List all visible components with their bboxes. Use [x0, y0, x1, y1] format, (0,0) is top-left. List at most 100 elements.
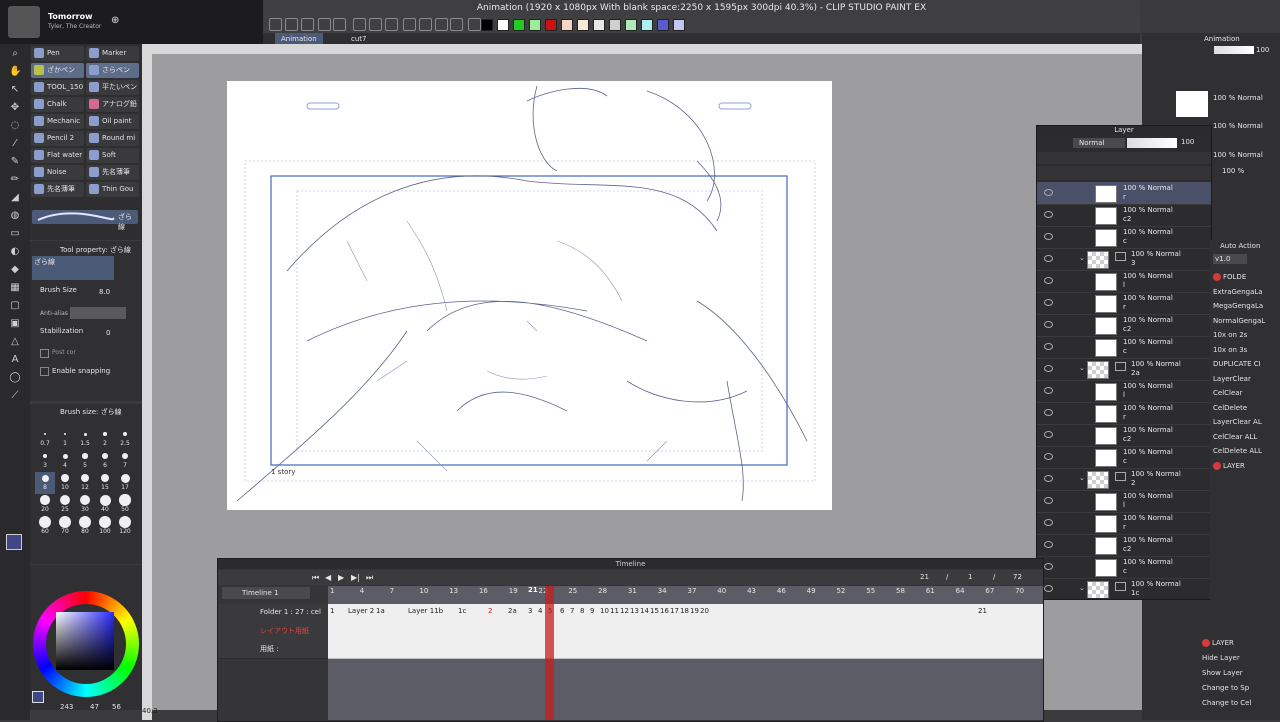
eye-icon[interactable] [1044, 497, 1053, 504]
layer-row[interactable]: 100 % Normal c [1037, 336, 1211, 359]
auto-action-item[interactable]: CelClear [1213, 386, 1279, 400]
auto-action-item[interactable]: NormalGengaL [1213, 314, 1279, 328]
palette-swatch[interactable] [577, 19, 589, 31]
pencil-icon[interactable]: ✏ [9, 174, 21, 186]
subtool-flat-pen[interactable]: 平たいペン [86, 80, 139, 95]
current-frame[interactable]: 21 [920, 573, 929, 581]
subtool-pencil-2[interactable]: Pencil 2 [31, 131, 84, 146]
palette-swatch[interactable] [529, 19, 541, 31]
figure-icon[interactable]: ▢ [9, 300, 21, 312]
cel-label[interactable]: 6 [560, 607, 564, 615]
layer-row[interactable]: 100 % Normal r [1037, 292, 1211, 315]
chevron-down-icon[interactable]: ⌄ [1079, 254, 1085, 262]
subtool-analog-pencil[interactable]: アナログ鉛 [86, 97, 139, 112]
action-item[interactable]: Hide Layer [1202, 651, 1268, 665]
chevron-down-icon[interactable]: ⌄ [1079, 364, 1085, 372]
help-icon[interactable] [468, 18, 481, 31]
eye-icon[interactable] [1044, 189, 1053, 196]
cel-label[interactable]: 18 [680, 607, 689, 615]
brush-size-option[interactable]: 2.5 [115, 428, 135, 450]
subtool-tool150[interactable]: TOOL_150 [31, 80, 84, 95]
playhead[interactable] [544, 586, 554, 720]
top-layer-row-1[interactable]: 100 % Normal [1213, 94, 1263, 102]
subtool-thin-gouache[interactable]: Thin Gou [86, 182, 139, 197]
open-icon[interactable] [285, 18, 298, 31]
brush-size-option[interactable]: 12 [75, 472, 95, 494]
eye-icon[interactable] [1044, 365, 1053, 372]
palette-swatch[interactable] [545, 19, 557, 31]
fill-icon[interactable] [369, 18, 382, 31]
auto-action-item[interactable]: LayerClear AL [1213, 415, 1279, 429]
cel-label[interactable]: 1a [376, 607, 385, 615]
eye-icon[interactable] [1044, 387, 1053, 394]
cel-label[interactable]: 1 [330, 607, 334, 615]
track-label[interactable]: レイアウト用紙 [218, 622, 328, 641]
palette-swatch[interactable] [673, 19, 685, 31]
brush-size-option[interactable]: 4 [55, 450, 75, 472]
eye-icon[interactable] [1044, 321, 1053, 328]
blend-mode-select[interactable]: Normal [1073, 138, 1125, 148]
brush-size-option[interactable]: 1 [55, 428, 75, 450]
action-set-select[interactable]: v1.0 [1213, 254, 1247, 264]
brush-size-option[interactable]: 3 [35, 450, 55, 472]
brush-size-option[interactable]: 80 [75, 516, 95, 538]
eye-icon[interactable] [1044, 453, 1053, 460]
snapping-checkbox[interactable] [40, 367, 49, 376]
auto-action-item[interactable]: 10x on 3s [1213, 343, 1279, 357]
layer-row[interactable]: 100 % Normal c [1037, 446, 1211, 469]
subtool-nameless-2[interactable]: 先名薄筆 [31, 182, 84, 197]
hand-icon[interactable]: ✋ [9, 66, 21, 78]
first-frame-icon[interactable]: ⏮ [312, 573, 319, 583]
cel-label[interactable]: 20 [700, 607, 709, 615]
layer-row[interactable]: 100 % Normal l [1037, 270, 1211, 293]
subtool-flat-water[interactable]: Flat water [31, 148, 84, 163]
cel-label[interactable]: 21 [978, 607, 987, 615]
cel-label[interactable]: 15 [650, 607, 659, 615]
subtool-oil-paint[interactable]: Oil paint [86, 114, 139, 129]
eye-icon[interactable] [1044, 255, 1053, 262]
palette-swatch[interactable] [609, 19, 621, 31]
redo-icon[interactable] [333, 18, 346, 31]
ruler-tool-icon[interactable]: △ [9, 336, 21, 348]
animation-panel-tab[interactable]: Animation [1204, 35, 1240, 43]
brush-size-option[interactable]: 30 [75, 494, 95, 516]
cel-label[interactable]: 4 [538, 607, 542, 615]
cel-label[interactable]: 1c [458, 607, 466, 615]
layer-row[interactable]: ⌄ 100 % Normal 2a [1037, 358, 1211, 381]
auto-action-item[interactable]: 10x on 2s [1213, 328, 1279, 342]
auto-action-item[interactable]: FOLDE [1213, 270, 1279, 284]
top-layer-row-3[interactable]: 100 % Normal [1213, 151, 1263, 159]
palette-swatch[interactable] [625, 19, 637, 31]
brush-size-option[interactable]: 120 [115, 516, 135, 538]
brush-size-option[interactable]: 7 [115, 450, 135, 472]
snap-perspective-icon[interactable] [450, 18, 463, 31]
pen-icon[interactable]: ✎ [9, 156, 21, 168]
auto-action-item[interactable]: LayerClear [1213, 372, 1279, 386]
layer-row[interactable]: ⌄ 100 % Normal 1c [1037, 578, 1211, 598]
auto-action-item[interactable]: LAYER [1213, 459, 1279, 473]
subtool-noise[interactable]: Noise [31, 165, 84, 180]
last-frame-icon[interactable]: ⏭ [366, 573, 373, 583]
auto-action-item[interactable]: CelDelete ALL [1213, 444, 1279, 458]
blend-icon[interactable]: ◐ [9, 246, 21, 258]
snap-grid-icon[interactable] [435, 18, 448, 31]
operation-icon[interactable]: ↖ [9, 84, 21, 96]
layer-row[interactable]: ⌄ 100 % Normal 2 [1037, 468, 1211, 491]
eye-icon[interactable] [1044, 519, 1053, 526]
brush-size-option[interactable]: 20 [35, 494, 55, 516]
auto-action-item[interactable]: CelDelete [1213, 401, 1279, 415]
layer-row[interactable]: 100 % Normal l [1037, 380, 1211, 403]
cel-label[interactable]: 11 [610, 607, 619, 615]
brush-size-option[interactable]: 17 [115, 472, 135, 494]
airbrush-icon[interactable]: ◍ [9, 210, 21, 222]
brush-icon[interactable]: ◢ [9, 192, 21, 204]
transform-icon[interactable] [385, 18, 398, 31]
eye-icon[interactable] [1044, 563, 1053, 570]
save-icon[interactable] [301, 18, 314, 31]
undo-icon[interactable] [318, 18, 331, 31]
track-label[interactable]: Folder 1 : 27 : cel [218, 604, 328, 623]
cel-label[interactable]: 3 [528, 607, 532, 615]
eye-icon[interactable] [1044, 233, 1053, 240]
auto-action-item[interactable]: ExtraGengaLa [1213, 285, 1279, 299]
auto-action-item[interactable]: DUPLICATE CI [1213, 357, 1279, 371]
